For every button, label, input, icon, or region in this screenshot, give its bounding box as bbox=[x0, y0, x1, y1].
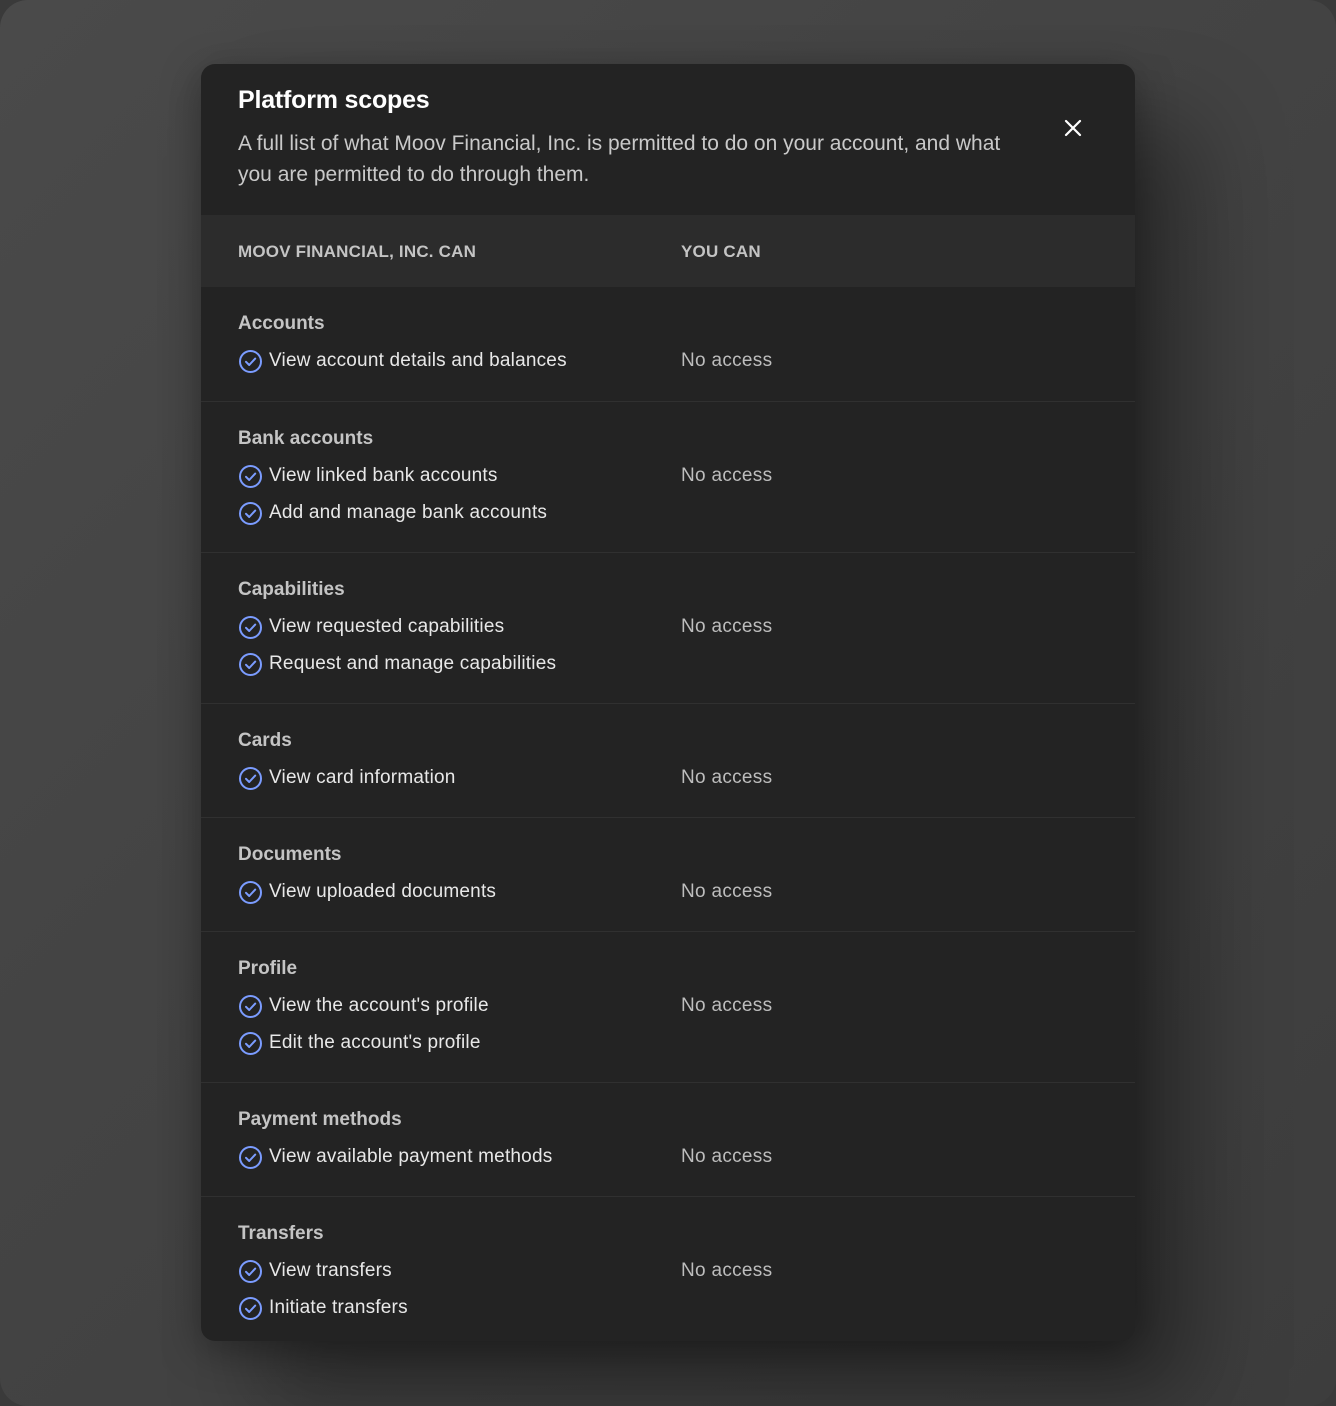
section-title: Payment methods bbox=[238, 1109, 402, 1130]
column-header-platform: MOOV FINANCIAL, INC. CAN bbox=[238, 242, 477, 261]
scope-label: View card information bbox=[269, 767, 456, 788]
you-can-value: No access bbox=[681, 995, 773, 1016]
modal-header: Platform scopes A full list of what Moov… bbox=[201, 64, 1135, 215]
section-title: Cards bbox=[238, 730, 292, 751]
scope-item: View transfers bbox=[238, 1258, 392, 1284]
you-can-value: No access bbox=[681, 465, 773, 486]
check-circle-icon bbox=[238, 1031, 263, 1056]
check-circle-icon bbox=[238, 615, 263, 640]
you-can-value: No access bbox=[681, 616, 773, 637]
check-circle-icon bbox=[238, 1145, 263, 1170]
scope-label: View requested capabilities bbox=[269, 616, 505, 637]
scope-section: Profile View the account's profile Edit th… bbox=[201, 931, 1135, 1082]
scope-section: Transfers View transfers Initiate transfer… bbox=[201, 1196, 1135, 1341]
close-button[interactable] bbox=[1057, 112, 1089, 144]
you-can-value: No access bbox=[681, 1260, 773, 1281]
check-circle-icon bbox=[238, 464, 263, 489]
scope-label: View linked bank accounts bbox=[269, 465, 498, 486]
scope-section: Payment methods View available payment me… bbox=[201, 1082, 1135, 1196]
scopes-list: Accounts View account details and balance… bbox=[201, 287, 1135, 1341]
scope-label: View the account's profile bbox=[269, 995, 489, 1016]
check-circle-icon bbox=[238, 994, 263, 1019]
scope-label: View available payment methods bbox=[269, 1146, 553, 1167]
scope-label: Edit the account's profile bbox=[269, 1032, 481, 1053]
scope-label: Add and manage bank accounts bbox=[269, 502, 548, 523]
section-title: Capabilities bbox=[238, 579, 345, 600]
scope-item: Add and manage bank accounts bbox=[238, 500, 547, 526]
section-title: Documents bbox=[238, 844, 342, 865]
check-circle-icon bbox=[238, 1296, 263, 1321]
scope-item: View requested capabilities bbox=[238, 614, 504, 640]
check-circle-icon bbox=[238, 349, 263, 374]
scope-section: Accounts View account details and balance… bbox=[201, 287, 1135, 401]
table-header-row: MOOV FINANCIAL, INC. CAN YOU CAN bbox=[201, 215, 1135, 287]
scope-item: Edit the account's profile bbox=[238, 1030, 481, 1056]
section-title: Bank accounts bbox=[238, 428, 374, 449]
scope-item: Request and manage capabilities bbox=[238, 651, 556, 677]
scope-section: Capabilities View requested capabilities R… bbox=[201, 552, 1135, 703]
platform-scopes-modal: Platform scopes A full list of what Moov… bbox=[201, 64, 1135, 1341]
scope-section: Cards View card information No access bbox=[201, 703, 1135, 817]
scope-section: Documents View uploaded documents No acces… bbox=[201, 817, 1135, 931]
you-can-value: No access bbox=[681, 881, 773, 902]
scope-item: View uploaded documents bbox=[238, 879, 496, 905]
section-title: Transfers bbox=[238, 1223, 324, 1244]
check-circle-icon bbox=[238, 766, 263, 791]
scope-item: View account details and balances bbox=[238, 348, 567, 374]
scope-label: Request and manage capabilities bbox=[269, 653, 557, 674]
you-can-value: No access bbox=[681, 1146, 773, 1167]
scope-section: Bank accounts View linked bank accounts Ad… bbox=[201, 401, 1135, 552]
scope-item: View card information bbox=[238, 765, 456, 791]
scope-item: View linked bank accounts bbox=[238, 463, 498, 489]
check-circle-icon bbox=[238, 880, 263, 905]
check-circle-icon bbox=[238, 1259, 263, 1284]
section-title: Accounts bbox=[238, 313, 325, 334]
check-circle-icon bbox=[238, 652, 263, 677]
you-can-value: No access bbox=[681, 350, 773, 371]
you-can-value: No access bbox=[681, 767, 773, 788]
modal-subtitle: A full list of what Moov Financial, Inc.… bbox=[238, 132, 1001, 186]
section-title: Profile bbox=[238, 958, 298, 979]
scope-item: View the account's profile bbox=[238, 993, 489, 1019]
modal-title: Platform scopes bbox=[238, 86, 430, 114]
close-icon bbox=[1064, 119, 1082, 137]
scope-label: View account details and balances bbox=[269, 350, 567, 371]
check-circle-icon bbox=[238, 501, 263, 526]
scope-item: View available payment methods bbox=[238, 1144, 552, 1170]
scope-label: Initiate transfers bbox=[269, 1297, 408, 1318]
column-header-you: YOU CAN bbox=[681, 242, 761, 261]
scope-label: View transfers bbox=[269, 1260, 392, 1281]
scope-item: Initiate transfers bbox=[238, 1295, 408, 1321]
scope-label: View uploaded documents bbox=[269, 881, 497, 902]
